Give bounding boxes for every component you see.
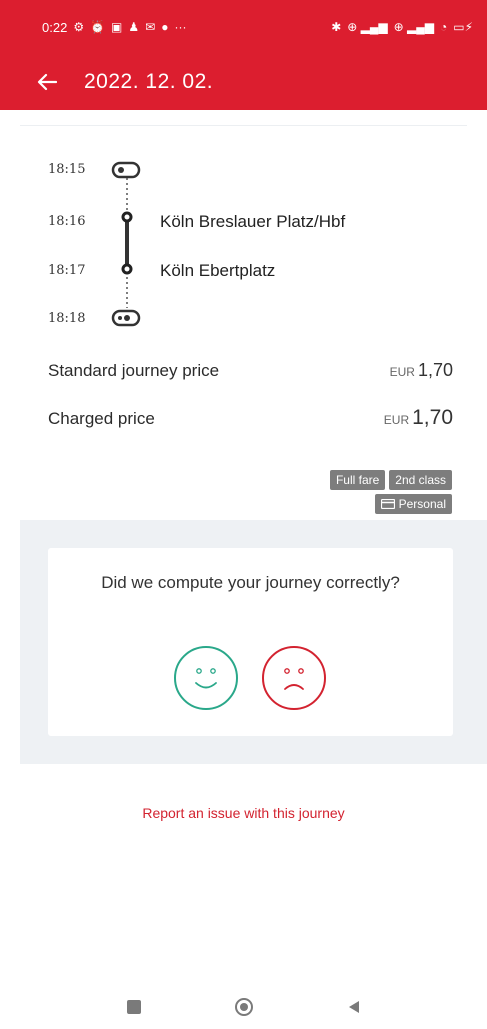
stop-name: Köln Ebertplatz xyxy=(160,261,276,280)
system-nav-bar xyxy=(0,985,487,1029)
journey-timeline: 18:15 18:16 Köln Breslauer Platz/Hbf 18:… xyxy=(0,148,487,338)
standard-price-row: Standard journey price EUR 1,70 xyxy=(48,360,453,406)
charged-price-value: EUR 1,70 xyxy=(384,406,453,430)
back-nav-button[interactable] xyxy=(342,995,366,1019)
standard-price-label: Standard journey price xyxy=(48,361,220,380)
charged-price-amount: 1,70 xyxy=(412,406,453,429)
dot-icon: ● xyxy=(161,20,169,34)
circle-icon xyxy=(234,998,253,1016)
smile-face-icon xyxy=(174,646,238,710)
notification-icon: ⚙ xyxy=(73,20,85,34)
class-tag: 2nd class xyxy=(389,470,452,490)
nfc-icon: ▣ xyxy=(111,20,123,34)
price-section: Standard journey price EUR 1,70 Charged p… xyxy=(48,360,453,452)
battery-icon: ▭⚡ xyxy=(453,20,473,34)
card-tag-label: Personal xyxy=(398,497,446,511)
status-bar: 0:22 ⚙ ⏰ ▣ ♟ ✉ ● ··· ✱ ⊕ ▂▄▆ ⊕ ▂▄▆ ◔ ▭⚡ xyxy=(0,0,487,54)
standard-price-amount: 1,70 xyxy=(417,360,453,380)
charged-price-row: Charged price EUR 1,70 xyxy=(48,406,453,452)
report-issue-link[interactable]: Report an issue with this journey xyxy=(0,805,487,821)
ticket-tags: Full fare 2nd class Personal xyxy=(192,470,452,518)
square-icon xyxy=(126,1000,141,1014)
sad-face-icon xyxy=(262,646,326,710)
more-notifications-icon: ··· xyxy=(174,20,187,34)
stop-time: 18:18 xyxy=(48,311,86,326)
status-time: 0:22 xyxy=(42,19,68,35)
stop-node xyxy=(121,263,133,275)
triangle-left-icon xyxy=(348,1001,359,1013)
walk-end-icon xyxy=(111,309,141,327)
feedback-card: Did we compute your journey correctly? xyxy=(48,548,453,736)
stop-time: 18:17 xyxy=(48,263,86,278)
app-bar: 2022. 12. 02. xyxy=(0,54,487,110)
activity-icon: ♟ xyxy=(128,20,140,34)
currency-label: EUR xyxy=(383,413,410,427)
divider xyxy=(20,125,467,126)
stop-node xyxy=(121,211,133,223)
page-title: 2022. 12. 02. xyxy=(84,70,214,93)
feedback-question: Did we compute your journey correctly? xyxy=(101,573,400,592)
card-tag: Personal xyxy=(374,494,452,514)
signal-icon: ⊕ ▂▄▆ xyxy=(347,20,388,34)
recents-button[interactable] xyxy=(122,995,146,1019)
wifi-icon: ◔ xyxy=(439,20,448,34)
stop-time: 18:16 xyxy=(48,214,86,229)
arrow-left-icon xyxy=(37,73,57,91)
card-icon xyxy=(380,499,395,509)
stop-name: Köln Breslauer Platz/Hbf xyxy=(160,212,346,231)
signal-icon: ⊕ ▂▄▆ xyxy=(393,20,434,34)
bluetooth-icon: ✱ xyxy=(331,20,342,34)
walk-start-icon xyxy=(111,161,141,179)
currency-label: EUR xyxy=(389,365,415,379)
happy-face-button[interactable] xyxy=(173,645,239,711)
mail-icon: ✉ xyxy=(145,20,156,34)
stop-time: 18:15 xyxy=(48,162,86,177)
alarm-icon: ⏰ xyxy=(90,20,106,34)
sad-face-button[interactable] xyxy=(261,645,327,711)
fare-tag: Full fare xyxy=(329,470,386,490)
feedback-section: Did we compute your journey correctly? xyxy=(20,520,487,764)
charged-price-label: Charged price xyxy=(48,409,155,428)
back-button[interactable] xyxy=(22,54,72,110)
standard-price-value: EUR 1,70 xyxy=(390,360,453,381)
home-button[interactable] xyxy=(232,995,256,1019)
